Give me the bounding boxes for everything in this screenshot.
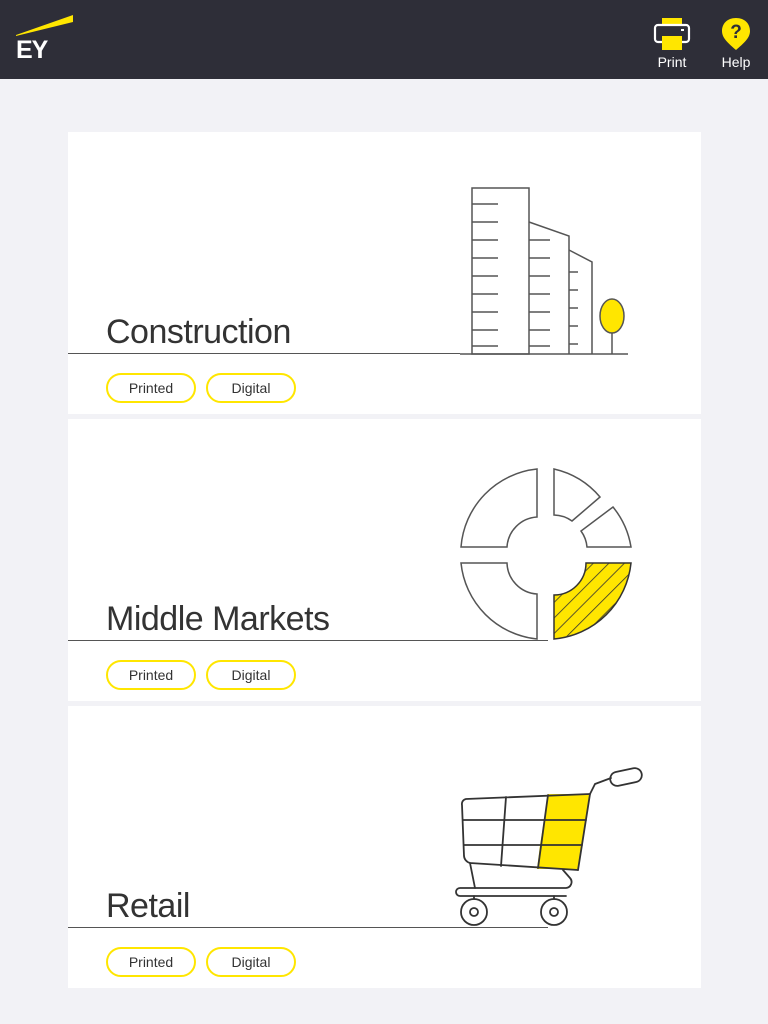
printed-button[interactable]: Printed bbox=[106, 373, 196, 403]
card-retail[interactable]: Retail Printed Digital bbox=[68, 706, 701, 988]
printed-button[interactable]: Printed bbox=[106, 660, 196, 690]
card-title: Construction bbox=[106, 313, 291, 351]
card-title: Retail bbox=[106, 887, 190, 925]
card-divider bbox=[68, 927, 548, 928]
printed-button[interactable]: Printed bbox=[106, 947, 196, 977]
card-construction[interactable]: Construction Printed Digital bbox=[68, 132, 701, 414]
card-divider bbox=[68, 640, 548, 641]
buildings-icon bbox=[460, 187, 628, 355]
digital-button[interactable]: Digital bbox=[206, 373, 296, 403]
logo-beam-icon bbox=[16, 15, 73, 36]
logo-text: EY bbox=[16, 36, 48, 64]
card-divider bbox=[68, 353, 460, 354]
shopping-cart-icon bbox=[455, 767, 643, 926]
card-middle-markets[interactable]: Middle Markets Printed Digital bbox=[68, 419, 701, 701]
svg-text:?: ? bbox=[730, 22, 742, 43]
help-button[interactable]: ? Help bbox=[708, 16, 764, 70]
printer-icon bbox=[653, 18, 691, 50]
top-bar: EY Print ? Help bbox=[0, 0, 768, 79]
print-label: Print bbox=[657, 54, 687, 70]
card-title: Middle Markets bbox=[106, 600, 330, 638]
help-label: Help bbox=[721, 54, 751, 70]
help-icon: ? bbox=[722, 18, 750, 50]
ey-logo[interactable]: EY bbox=[16, 14, 74, 66]
print-button[interactable]: Print bbox=[644, 16, 700, 70]
digital-button[interactable]: Digital bbox=[206, 660, 296, 690]
donut-chart-icon bbox=[460, 468, 632, 640]
digital-button[interactable]: Digital bbox=[206, 947, 296, 977]
